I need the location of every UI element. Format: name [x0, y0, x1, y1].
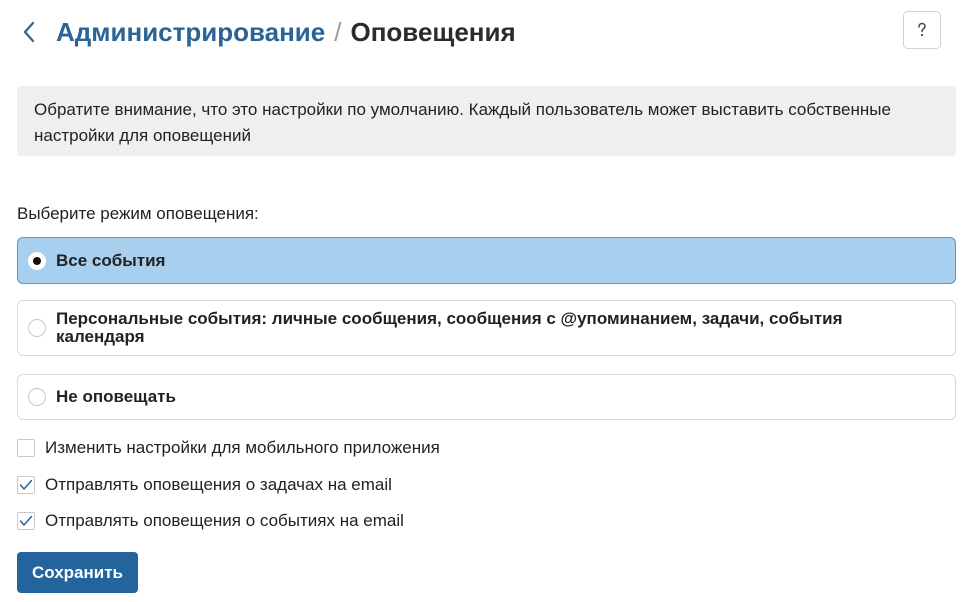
radio-all-events[interactable] — [28, 251, 46, 270]
breadcrumb-administration-link[interactable]: Администрирование — [56, 17, 325, 48]
mobile-settings-label: Изменить настройки для мобильного прилож… — [45, 438, 440, 457]
radio-do-not-notify[interactable] — [28, 388, 46, 406]
option-all-events-label: Все события — [56, 250, 166, 270]
email-tasks-label: Отправлять оповещения о задачах на email — [45, 475, 392, 494]
back-button[interactable] — [22, 14, 48, 50]
default-settings-notice: Обратите внимание, что это настройки по … — [17, 86, 956, 156]
option-do-not-notify-label: Не оповещать — [56, 387, 176, 406]
page-title: Оповещения — [350, 16, 516, 47]
breadcrumb: Администрирование / Оповещения — [22, 14, 516, 50]
radio-personal-events[interactable] — [28, 319, 46, 337]
mobile-settings-row[interactable]: Изменить настройки для мобильного прилож… — [17, 437, 440, 459]
option-do-not-notify[interactable]: Не оповещать — [17, 374, 956, 420]
email-events-row[interactable]: Отправлять оповещения о событиях на emai… — [17, 510, 404, 532]
notification-mode-label: Выберите режим оповещения: — [17, 204, 259, 223]
checkmark-icon — [19, 479, 33, 490]
help-button[interactable] — [903, 11, 941, 49]
email-events-label: Отправлять оповещения о событиях на emai… — [45, 511, 404, 530]
mobile-settings-checkbox[interactable] — [17, 439, 35, 457]
notice-text: Обратите внимание, что это настройки по … — [34, 100, 891, 145]
save-button[interactable]: Сохранить — [17, 552, 138, 593]
option-personal-events[interactable]: Персональные события: личные сообщения, … — [17, 300, 956, 356]
email-tasks-row[interactable]: Отправлять оповещения о задачах на email — [17, 474, 392, 496]
email-events-checkbox[interactable] — [17, 512, 35, 530]
chevron-left-icon — [23, 21, 35, 43]
checkmark-icon — [19, 515, 33, 526]
option-all-events[interactable]: Все события — [17, 237, 956, 284]
question-icon — [918, 22, 926, 37]
breadcrumb-separator: / — [334, 16, 342, 47]
email-tasks-checkbox[interactable] — [17, 476, 35, 494]
option-personal-events-label: Персональные события: личные сообщения, … — [56, 309, 843, 346]
